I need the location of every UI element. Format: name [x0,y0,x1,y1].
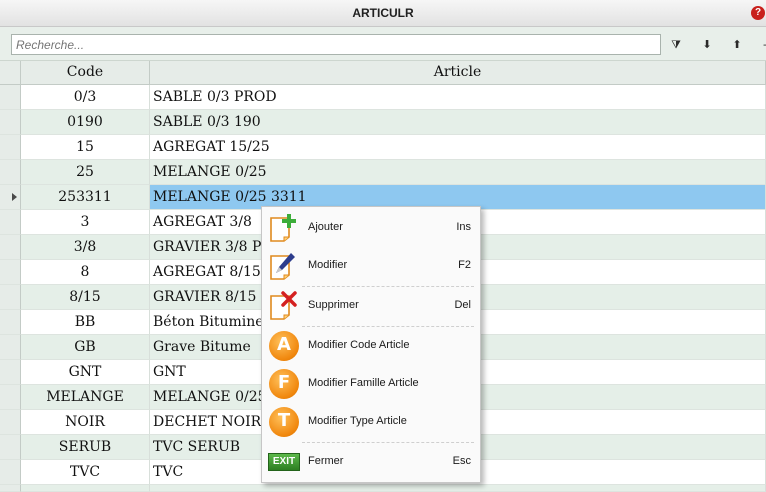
menu-label: Supprimer [308,299,359,311]
title-bar: ARTICULR ? [0,0,766,27]
more-icon[interactable]: - [758,38,766,52]
menu-label: Modifier [308,259,348,271]
cell-code [21,485,150,492]
row-indicator [0,385,21,410]
cell-code[interactable]: GB [21,335,150,360]
row-indicator [0,460,21,485]
menu-separator [302,442,474,443]
window-title: ARTICULR [352,6,414,20]
row-indicator [0,410,21,435]
cell-code[interactable]: 3/8 [21,235,150,260]
menu-shortcut: Esc [452,455,471,467]
cell-article[interactable]: SABLE 0/3 190 [150,110,766,135]
cell-code[interactable]: SERUB [21,435,150,460]
row-indicator [0,485,21,492]
cell-code[interactable]: 8 [21,260,150,285]
menu-label: Fermer [308,455,344,467]
menu-item-fermer[interactable]: EXIT Fermer Esc [262,444,480,480]
menu-item-modifier-famille-article[interactable]: F Modifier Famille Article [262,366,480,402]
menu-item-ajouter[interactable]: Ajouter Ins [262,210,480,246]
cell-code[interactable]: GNT [21,360,150,385]
cell-article[interactable]: AGREGAT 15/25 [150,135,766,160]
menu-item-modifier-type-article[interactable]: T Modifier Type Article [262,404,480,440]
delete-document-icon [270,291,297,320]
row-indicator [0,285,21,310]
menu-shortcut: F2 [458,259,471,271]
current-row-arrow-icon [12,193,17,201]
cell-article [150,485,766,492]
row-indicator [0,335,21,360]
filter-icon[interactable]: ⧩ [669,38,683,52]
row-indicator [0,185,21,210]
context-menu: Ajouter Ins Modifier F2 Supprimer Del A … [261,206,481,483]
row-indicator [0,160,21,185]
menu-label: Modifier Famille Article [308,377,419,389]
cell-code[interactable]: 0/3 [21,85,150,110]
row-indicator [0,210,21,235]
menu-item-modifier-code-article[interactable]: A Modifier Code Article [262,328,480,364]
search-bar: ⧩ ⬇ ⬆ - [0,27,766,61]
arrow-up-icon[interactable]: ⬆ [730,38,744,52]
menu-separator [302,286,474,287]
menu-shortcut: Del [454,299,471,311]
row-indicator [0,360,21,385]
cell-code[interactable]: 3 [21,210,150,235]
row-indicator [0,235,21,260]
row-indicator [0,435,21,460]
letter-t-icon: T [269,407,299,437]
menu-item-supprimer[interactable]: Supprimer Del [262,288,480,324]
letter-a-icon: A [269,331,299,361]
menu-label: Ajouter [308,221,343,233]
column-header-code[interactable]: Code [21,61,150,85]
add-document-icon [270,214,296,242]
cell-code[interactable]: 8/15 [21,285,150,310]
letter-f-icon: F [269,369,299,399]
cell-code[interactable]: MELANGE [21,385,150,410]
menu-label: Modifier Code Article [308,339,410,351]
arrow-down-icon[interactable]: ⬇ [700,38,714,52]
exit-icon: EXIT [268,453,300,471]
search-input[interactable] [11,34,661,55]
table-row[interactable]: 0190 SABLE 0/3 190 [0,110,766,135]
menu-label: Modifier Type Article [308,415,407,427]
cell-article[interactable]: SABLE 0/3 PROD [150,85,766,110]
column-header-article[interactable]: Article [150,61,766,85]
cell-code[interactable]: NOIR [21,410,150,435]
table-row[interactable]: 0/3 SABLE 0/3 PROD [0,85,766,110]
row-indicator [0,260,21,285]
cell-code[interactable]: TVC [21,460,150,485]
menu-item-modifier[interactable]: Modifier F2 [262,248,480,284]
row-indicator [0,110,21,135]
cell-code[interactable]: 15 [21,135,150,160]
cell-code[interactable]: 25 [21,160,150,185]
table-row [0,485,766,492]
table-row[interactable]: 15 AGREGAT 15/25 [0,135,766,160]
menu-shortcut: Ins [456,221,471,233]
cell-code[interactable]: 0190 [21,110,150,135]
table-row[interactable]: 25 MELANGE 0/25 [0,160,766,185]
cell-article[interactable]: MELANGE 0/25 [150,160,766,185]
question-icon[interactable]: ? [751,6,765,20]
cell-code[interactable]: BB [21,310,150,335]
menu-separator [302,326,474,327]
row-indicator-header [0,61,21,85]
row-indicator [0,135,21,160]
row-indicator [0,85,21,110]
row-indicator [0,310,21,335]
edit-document-icon [270,253,295,280]
cell-code[interactable]: 253311 [21,185,150,210]
